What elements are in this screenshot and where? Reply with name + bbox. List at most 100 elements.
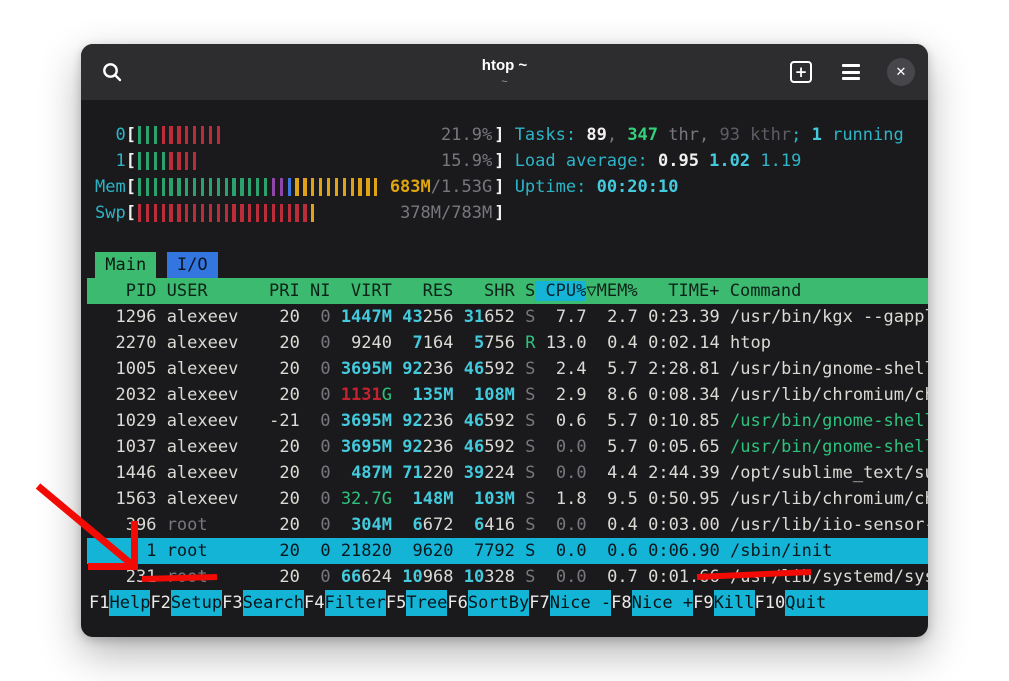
meter-bar xyxy=(185,126,188,144)
tab-io[interactable]: I/O xyxy=(167,252,218,278)
process-row-pid-1037[interactable]: 1037 alexeev 20 0 3695M 92236 46592 S 0.… xyxy=(87,434,928,460)
meter-bar xyxy=(193,126,196,144)
column-header-cpu-sorted[interactable]: CPU% xyxy=(535,281,586,301)
fkey-F9-kill[interactable]: Kill xyxy=(714,590,755,616)
meter-bar xyxy=(232,204,235,222)
fkey-F10-quit[interactable]: Quit xyxy=(785,590,928,616)
uptime-line: Uptime: 00:20:10 xyxy=(515,177,679,197)
meter-bar xyxy=(232,178,235,196)
column-header-time[interactable]: TIME+ xyxy=(638,281,720,301)
process-row-pid-396[interactable]: 396 root 20 0 304M 6672 6416 S 0.0 0.4 0… xyxy=(87,512,928,538)
column-header-pri[interactable]: PRI xyxy=(259,281,300,301)
meter-bar xyxy=(162,178,165,196)
meter-bar xyxy=(138,178,141,196)
fkey-F8-key: F8 xyxy=(611,590,631,616)
process-row-pid-1005[interactable]: 1005 alexeev 20 0 3695M 92236 46592 S 2.… xyxy=(87,356,928,382)
meter-bar xyxy=(209,178,212,196)
meter-bar xyxy=(209,204,212,222)
meter-bar xyxy=(327,178,330,196)
column-header-virt[interactable]: VIRT xyxy=(330,281,391,301)
process-row-pid-2032[interactable]: 2032 alexeev 20 0 1131G 135M 108M S 2.9 … xyxy=(87,382,928,408)
meter-bar xyxy=(146,126,149,144)
meter-bar xyxy=(162,204,165,222)
meter-bar xyxy=(177,204,180,222)
fkey-F4-key: F4 xyxy=(304,590,324,616)
blank-line xyxy=(87,226,928,252)
meter-bar xyxy=(177,178,180,196)
close-button[interactable]: ✕ xyxy=(887,58,915,86)
fkey-F5-key: F5 xyxy=(386,590,406,616)
process-row-pid-1[interactable]: 1 root 20 0 21820 9620 7792 S 0.0 0.6 0:… xyxy=(87,538,928,564)
column-header-user[interactable]: USER xyxy=(156,281,258,301)
window-titlebar: htop ~ ~ + ✕ xyxy=(81,44,928,100)
new-tab-button[interactable]: + xyxy=(787,58,815,86)
meter-bar xyxy=(217,178,220,196)
swp-meter: 378M/783M xyxy=(136,200,494,226)
fkey-F1-help[interactable]: Help xyxy=(109,590,150,616)
fkey-F7-nice[interactable]: Nice - xyxy=(550,590,611,616)
fkey-F4-filter[interactable]: Filter xyxy=(325,590,386,616)
column-header-mem[interactable]: MEM% xyxy=(597,281,638,301)
process-row-pid-1296[interactable]: 1296 alexeev 20 0 1447M 43256 31652 S 7.… xyxy=(87,304,928,330)
meter-bar xyxy=(240,204,243,222)
meter-bar xyxy=(154,204,157,222)
fkey-F8-nice[interactable]: Nice + xyxy=(632,590,693,616)
meter-bar xyxy=(295,178,298,196)
column-header-cmd[interactable]: Command xyxy=(719,281,801,301)
meter-bar xyxy=(319,178,322,196)
cpu0-meter: 21.9% xyxy=(136,122,494,148)
function-key-bar: F1Help F2Setup F3SearchF4FilterF5Tree F6… xyxy=(87,590,928,616)
meter-bar xyxy=(138,126,141,144)
meter-bar xyxy=(311,204,314,222)
meter-bar xyxy=(146,152,149,170)
process-row-pid-2270[interactable]: 2270 alexeev 20 0 9240 7164 5756 R 13.0 … xyxy=(87,330,928,356)
process-row-pid-1563[interactable]: 1563 alexeev 20 0 32.7G 148M 103M S 1.8 … xyxy=(87,486,928,512)
column-header-s[interactable]: S xyxy=(515,281,535,301)
meter-bar xyxy=(280,178,283,196)
fkey-F2-setup[interactable]: Setup xyxy=(171,590,222,616)
meter-bar xyxy=(169,204,172,222)
column-header-shr[interactable]: SHR xyxy=(453,281,514,301)
window-subtitle: ~ xyxy=(501,76,507,88)
fkey-F6-sortby[interactable]: SortBy xyxy=(468,590,529,616)
column-header-res[interactable]: RES xyxy=(392,281,453,301)
meter-bar xyxy=(201,204,204,222)
tasks-line: Tasks: 89, 347 thr, 93 kthr; 1 running xyxy=(515,125,904,145)
fkey-F5-tree[interactable]: Tree xyxy=(406,590,447,616)
meter-line-swp: Swp[378M/783M] xyxy=(87,200,928,226)
search-button[interactable] xyxy=(98,58,126,86)
cpu1-meter: 15.9% xyxy=(136,148,494,174)
fkey-F9-key: F9 xyxy=(693,590,713,616)
meter-bar xyxy=(264,204,267,222)
menu-button[interactable] xyxy=(837,58,865,86)
meter-bar xyxy=(288,178,291,196)
mem-meter: 683M/1.53G xyxy=(136,174,494,200)
column-header-pid[interactable]: PID xyxy=(95,281,156,301)
meter-bar xyxy=(138,152,141,170)
screenshot-stage: htop ~ ~ + ✕ 0[21.9%] Tasks: 89, 347 thr… xyxy=(0,0,1009,681)
fkey-F3-search[interactable]: Search xyxy=(243,590,304,616)
meter-bar xyxy=(185,204,188,222)
meter-bar xyxy=(272,204,275,222)
meter-line-mem: Mem[683M/1.53G] Uptime: 00:20:10 xyxy=(87,174,928,200)
meter-bar xyxy=(193,204,196,222)
hamburger-icon xyxy=(842,64,860,80)
meter-bar xyxy=(288,204,291,222)
meter-bar xyxy=(343,178,346,196)
column-header-ni[interactable]: NI xyxy=(300,281,331,301)
meter-bar xyxy=(256,204,259,222)
meter-bar xyxy=(177,152,180,170)
screen-tabs-line: Main I/O xyxy=(87,252,928,278)
process-row-pid-231[interactable]: 231 root 20 0 66624 10968 10328 S 0.0 0.… xyxy=(87,564,928,590)
meter-bar xyxy=(201,178,204,196)
tab-main[interactable]: Main xyxy=(95,252,156,278)
meter-bar xyxy=(295,204,298,222)
meter-bar xyxy=(366,178,369,196)
load-average-line: Load average: 0.95 1.02 1.19 xyxy=(515,151,802,171)
meter-bar xyxy=(264,178,267,196)
process-row-pid-1446[interactable]: 1446 alexeev 20 0 487M 71220 39224 S 0.0… xyxy=(87,460,928,486)
meter-bar xyxy=(358,178,361,196)
meter-bar xyxy=(154,152,157,170)
meter-bar xyxy=(154,178,157,196)
process-row-pid-1029[interactable]: 1029 alexeev -21 0 3695M 92236 46592 S 0… xyxy=(87,408,928,434)
